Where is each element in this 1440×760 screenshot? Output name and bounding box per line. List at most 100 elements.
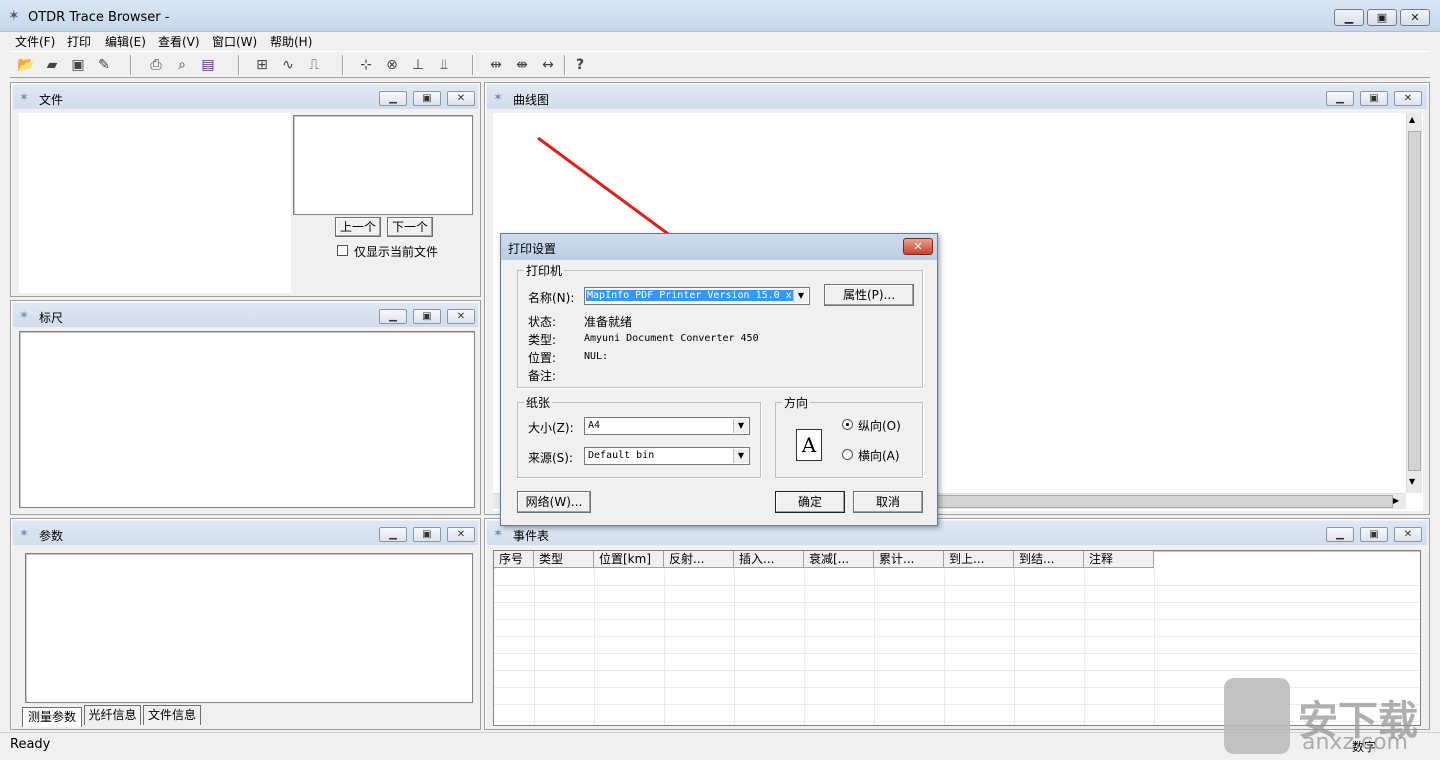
title-bar: ✶ OTDR Trace Browser - ▁ ▣ ✕ [0, 0, 1440, 32]
scroll-down-icon[interactable]: ▼ [1409, 477, 1415, 486]
zoom-cancel-icon[interactable]: ⊗ [382, 56, 402, 74]
print-preview-icon[interactable]: ⌕ [172, 56, 192, 74]
prev-button[interactable]: 上一个 [335, 217, 381, 237]
shrink-icon[interactable]: ⇹ [486, 56, 506, 74]
column-header[interactable]: 衰减[... [804, 551, 874, 568]
file-list[interactable] [19, 113, 291, 293]
panel-restore-button[interactable]: ▣ [1360, 91, 1388, 106]
column-header[interactable]: 注释 [1084, 551, 1154, 568]
column-header[interactable]: 累计... [874, 551, 944, 568]
column-header[interactable]: 反射... [664, 551, 734, 568]
next-button[interactable]: 下一个 [387, 217, 433, 237]
panel-icon: ✶ [19, 526, 30, 540]
menu-print[interactable]: 打印 [67, 33, 91, 50]
print-setup-dialog: 打印设置 ✕ 打印机 名称(N): MapInfo PDF Printer Ve… [500, 233, 938, 526]
menu-help[interactable]: 帮助(H) [270, 33, 312, 50]
expand-icon[interactable]: ⇼ [512, 56, 532, 74]
save-icon[interactable]: ▣ [68, 56, 88, 74]
toolbar-separator [564, 55, 566, 75]
events-panel-title: 事件表 [513, 529, 550, 543]
printer-name-select[interactable]: MapInfo PDF Printer Version 15.0 x ▼ [584, 287, 810, 305]
scroll-up-icon[interactable]: ▲ [1409, 115, 1415, 124]
paper-size-select[interactable]: A4 ▼ [584, 417, 750, 435]
panel-minimize-button[interactable]: ▁ [1326, 91, 1354, 106]
close-button[interactable]: ✕ [1400, 9, 1430, 26]
curve-panel-title: 曲线图 [513, 93, 550, 107]
maximize-button[interactable]: ▣ [1367, 9, 1397, 26]
menu-window[interactable]: 窗口(W) [212, 33, 257, 50]
app-icon: ✶ [8, 8, 20, 24]
file-panel-header: ✶ 文件 ▁ ▣ ✕ [13, 85, 478, 109]
cancel-button[interactable]: 取消 [853, 491, 923, 513]
status-text: Ready [10, 737, 51, 752]
chevron-down-icon[interactable]: ▼ [733, 419, 748, 433]
tab-file-info[interactable]: 文件信息 [143, 705, 201, 725]
menu-file[interactable]: 文件(F) [15, 33, 55, 50]
panel-minimize-button[interactable]: ▁ [379, 309, 407, 324]
watermark-url: anxz.com [1302, 730, 1408, 755]
help-icon[interactable]: ? [570, 56, 590, 74]
menu-edit[interactable]: 编辑(E) [105, 33, 146, 50]
column-header[interactable]: 到结... [1014, 551, 1084, 568]
type-value: Amyuni Document Converter 450 [584, 333, 759, 344]
tab-measure-params[interactable]: 测量参数 [22, 707, 82, 727]
params-area [25, 553, 473, 703]
zoom-fit-icon[interactable]: ⊹ [356, 56, 376, 74]
ok-button[interactable]: 确定 [775, 491, 845, 513]
panel-minimize-button[interactable]: ▁ [379, 527, 407, 542]
panel-close-button[interactable]: ✕ [1394, 527, 1422, 542]
panel-close-button[interactable]: ✕ [447, 309, 475, 324]
document-icon[interactable]: ▤ [198, 56, 218, 74]
column-header[interactable]: 序号 [494, 551, 534, 568]
main-window: ✶ OTDR Trace Browser - ▁ ▣ ✕ 文件(F) 打印 编辑… [0, 0, 1440, 760]
minimize-button[interactable]: ▁ [1334, 9, 1364, 26]
folder-icon[interactable]: ▰ [42, 56, 62, 74]
panel-minimize-button[interactable]: ▁ [1326, 527, 1354, 542]
marker-icon[interactable]: ⊞ [252, 56, 272, 74]
paper-group-label: 纸张 [524, 394, 553, 411]
panel-restore-button[interactable]: ▣ [413, 309, 441, 324]
step-icon[interactable]: ⎍ [304, 56, 324, 74]
panel-close-button[interactable]: ✕ [447, 527, 475, 542]
only-current-checkbox[interactable] [337, 245, 348, 256]
chevron-down-icon[interactable]: ▼ [793, 289, 808, 303]
column-header[interactable]: 类型 [534, 551, 594, 568]
open-folder-icon[interactable]: 📂 [16, 56, 36, 74]
column-header[interactable]: 插入... [734, 551, 804, 568]
where-value: NUL: [584, 351, 609, 362]
h-scroll-thumb[interactable] [933, 495, 1393, 508]
portrait-radio[interactable] [842, 419, 853, 430]
paper-source-select[interactable]: Default bin ▼ [584, 447, 750, 465]
panel-restore-button[interactable]: ▣ [413, 527, 441, 542]
tab-fiber-info[interactable]: 光纤信息 [84, 705, 141, 725]
landscape-radio[interactable] [842, 449, 853, 460]
panel-close-button[interactable]: ✕ [1394, 91, 1422, 106]
dialog-close-button[interactable]: ✕ [903, 238, 933, 255]
landscape-label: 横向(A) [858, 449, 900, 463]
down-marker-icon[interactable]: ⊥ [408, 56, 428, 74]
chevron-down-icon[interactable]: ▼ [733, 449, 748, 463]
multi-marker-icon[interactable]: ⫫ [434, 56, 454, 74]
paper-source-value: Default bin [588, 450, 655, 461]
toolbar-separator [342, 55, 344, 75]
print-icon[interactable]: ⎙ [146, 56, 166, 74]
network-button[interactable]: 网络(W)... [517, 491, 591, 513]
source-label: 来源(S): [528, 451, 574, 465]
menu-view[interactable]: 查看(V) [158, 33, 200, 50]
edit-icon[interactable]: ✎ [94, 56, 114, 74]
panel-restore-button[interactable]: ▣ [413, 91, 441, 106]
panel-close-button[interactable]: ✕ [447, 91, 475, 106]
column-header[interactable]: 位置[km] [594, 551, 664, 568]
panel-minimize-button[interactable]: ▁ [379, 91, 407, 106]
arrows-icon[interactable]: ↔ [538, 56, 558, 74]
comment-label: 备注: [528, 369, 557, 383]
vertical-scrollbar[interactable]: ▲ ▼ [1406, 113, 1422, 493]
params-panel-header: ✶ 参数 ▁ ▣ ✕ [13, 521, 478, 545]
properties-button[interactable]: 属性(P)... [824, 284, 914, 306]
name-label: 名称(N): [528, 291, 575, 305]
trace-icon[interactable]: ∿ [278, 56, 298, 74]
scroll-right-icon[interactable]: ▶ [1393, 496, 1399, 505]
scroll-thumb[interactable] [1408, 131, 1421, 471]
panel-restore-button[interactable]: ▣ [1360, 527, 1388, 542]
column-header[interactable]: 到上... [944, 551, 1014, 568]
